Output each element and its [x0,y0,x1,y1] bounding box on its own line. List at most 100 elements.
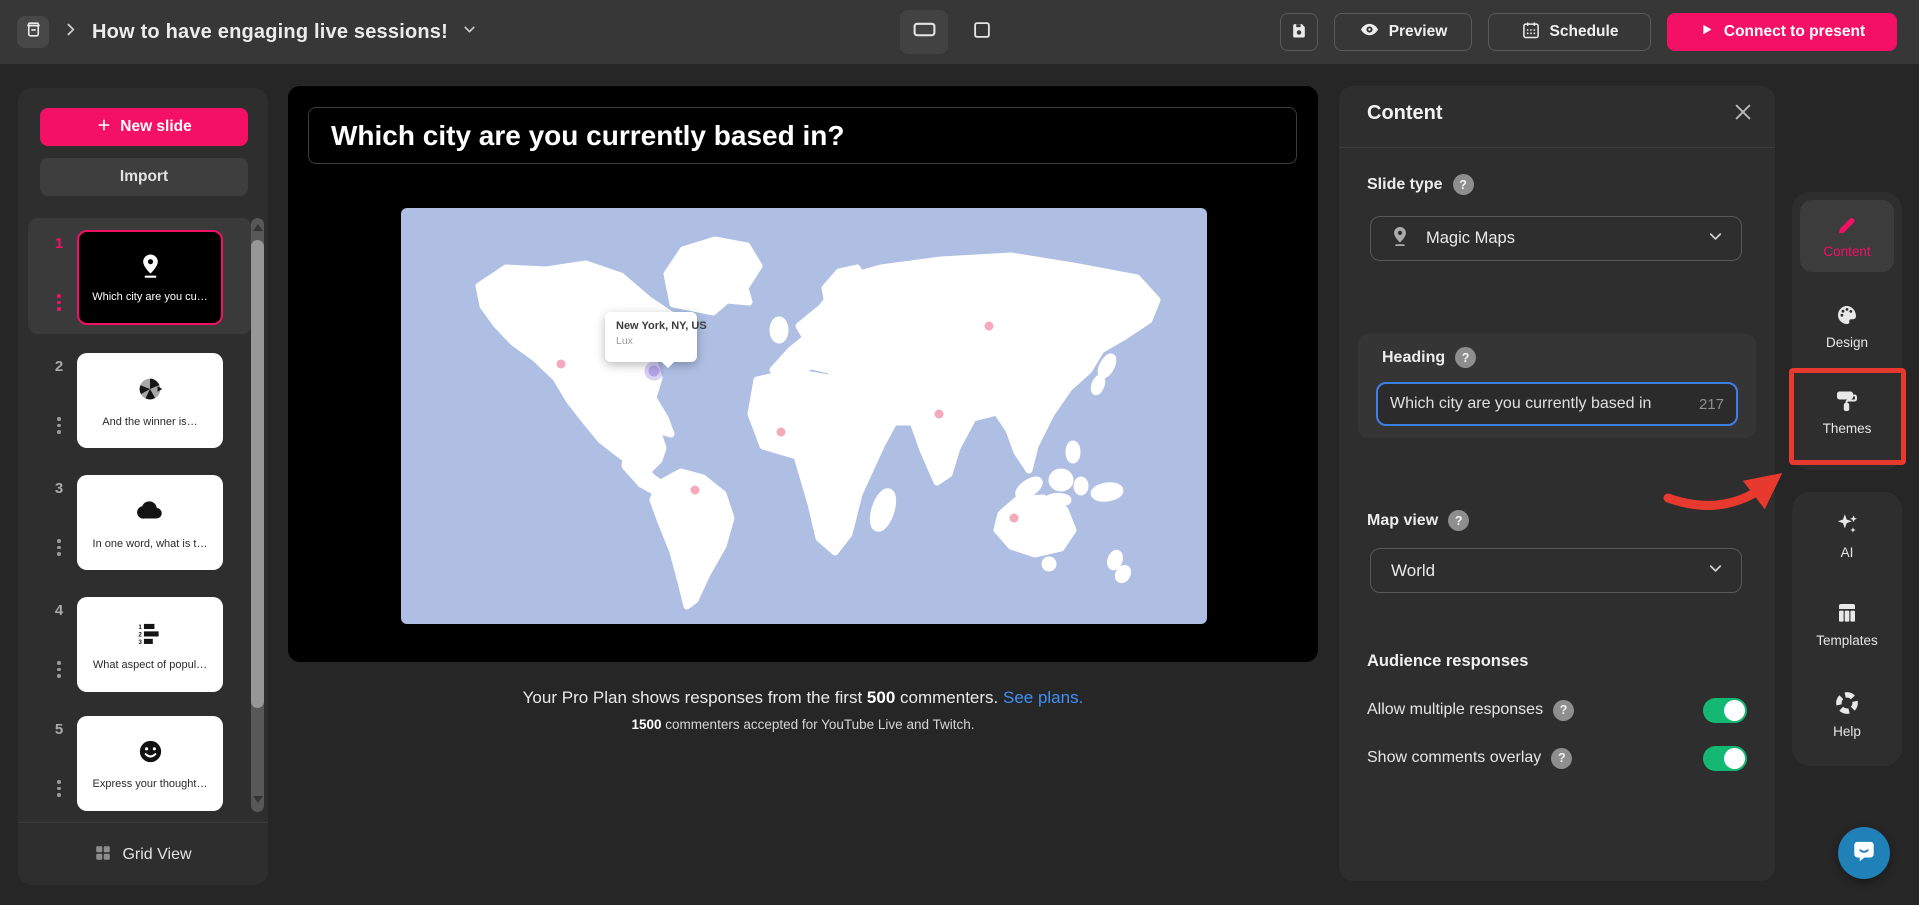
heading-input[interactable] [1390,395,1691,413]
ranked-list-icon: 123 [136,619,164,652]
map-dot [649,366,660,377]
title-dropdown-caret-icon[interactable] [461,21,478,43]
slide-1-number: 1 [48,235,70,252]
slide-2-menu[interactable] [48,417,70,434]
chevron-down-icon [1706,227,1725,251]
scroll-down-arrow-icon[interactable] [253,796,263,803]
slide-type-help-icon[interactable]: ? [1453,174,1474,195]
plan-note-text2: commenters. [895,688,1003,707]
layout-toggles [900,10,1006,54]
eye-icon [1359,19,1380,45]
lifebuoy-icon [1834,690,1860,719]
slide-3-menu[interactable] [48,539,70,556]
rail-design-button[interactable]: Design [1800,296,1894,356]
slides-sidebar: New slide Import 1 Which city are you cu… [18,88,268,885]
smiley-icon [136,737,165,771]
save-button[interactable] [1280,13,1318,51]
rail-content-button[interactable]: Content [1800,200,1894,272]
allow-multiple-responses-toggle[interactable] [1703,698,1747,723]
slide-1-menu[interactable] [48,294,70,311]
show-comments-overlay-label: Show comments overlay [1367,749,1541,767]
scroll-up-arrow-icon[interactable] [253,224,263,231]
sidebar-divider [18,822,268,823]
word-cloud-icon [135,496,165,531]
landscape-icon [912,17,937,47]
spinner-wheel-icon [135,374,165,409]
rail-ai-button[interactable]: AI [1800,506,1894,564]
grid-view-label: Grid View [122,846,191,864]
toggle-knob [1724,748,1745,769]
library-button[interactable] [17,16,49,48]
preview-button[interactable]: Preview [1334,13,1472,51]
see-plans-link[interactable]: See plans. [1003,688,1083,707]
show-comments-overlay-row: Show comments overlay ? [1367,744,1747,772]
slide-5-thumbnail[interactable]: Express your thought… [77,716,223,811]
import-label: Import [120,168,168,186]
slide-4-menu[interactable] [48,661,70,678]
slide-1-title: Which city are you cu… [92,291,208,303]
import-button[interactable]: Import [40,158,248,196]
templates-icon [1835,601,1859,628]
annotation-arrow [1630,440,1810,540]
topbar: How to have engaging live sessions! [0,0,1919,64]
plus-icon [96,117,112,138]
map-dot [935,410,944,419]
slide-5-menu[interactable] [48,780,70,797]
content-panel-title: Content [1367,102,1443,125]
map-view-help-icon[interactable]: ? [1448,510,1469,531]
slide-5-title: Express your thought… [93,778,208,790]
map-view-label: Map view [1367,512,1438,530]
slide-3-number: 3 [48,480,70,497]
square-view-toggle[interactable] [958,10,1006,54]
slide-type-dropdown[interactable]: Magic Maps [1370,216,1742,261]
audience-responses-heading: Audience responses [1367,652,1528,671]
rail-help-button[interactable]: Help [1800,684,1894,744]
heading-help-icon[interactable]: ? [1455,347,1476,368]
slide-canvas: Which city are you currently based in? [288,86,1318,662]
new-slide-button[interactable]: New slide [40,108,248,146]
slide-heading-textbox[interactable]: Which city are you currently based in? [308,107,1297,164]
slide-2-number: 2 [48,358,70,375]
connect-label: Connect to present [1724,23,1865,41]
pencil-icon [1836,214,1858,239]
allow-multiple-help-icon[interactable]: ? [1553,700,1574,721]
world-map[interactable]: New York, NY, US Lux [401,208,1207,624]
rail-templates-label: Templates [1816,633,1878,648]
topbar-left: How to have engaging live sessions! [17,0,478,64]
heading-label: Heading [1382,349,1445,367]
grid-view-button[interactable]: Grid View [18,834,268,876]
map-dot [985,322,994,331]
slide-type-row: Slide type ? [1367,174,1474,195]
slide-1-thumbnail[interactable]: Which city are you cu… [77,230,223,325]
svg-text:3: 3 [138,638,142,645]
slides-scrollbar-thumb[interactable] [251,240,264,708]
close-icon [1732,101,1754,128]
map-tooltip-title: New York, NY, US [616,320,697,332]
slide-type-value: Magic Maps [1426,229,1515,248]
heading-row: Heading ? [1382,347,1476,368]
calendar-icon [1521,20,1541,45]
close-panel-button[interactable] [1729,100,1757,128]
slide-3-thumbnail[interactable]: In one word, what is t… [77,475,223,570]
accept-note-count: 1500 [632,717,662,732]
plan-note-count: 500 [867,688,895,707]
map-dot [557,360,566,369]
play-icon [1699,22,1714,42]
save-icon [1289,20,1309,45]
heading-card: Heading ? 217 [1358,334,1756,438]
landscape-view-toggle[interactable] [900,10,948,54]
svg-text:1: 1 [138,624,142,631]
connect-to-present-button[interactable]: Connect to present [1667,13,1897,51]
rail-design-label: Design [1826,335,1868,350]
show-comments-help-icon[interactable]: ? [1551,748,1572,769]
chat-launcher-button[interactable] [1838,827,1890,879]
schedule-button[interactable]: Schedule [1488,13,1651,51]
rail-templates-button[interactable]: Templates [1800,594,1894,654]
allow-multiple-responses-label: Allow multiple responses [1367,701,1543,719]
map-view-dropdown[interactable]: World [1370,548,1742,593]
slide-4-thumbnail[interactable]: 123 What aspect of popul… [77,597,223,692]
accept-note-text: commenters accepted for YouTube Live and… [662,717,975,732]
show-comments-overlay-toggle[interactable] [1703,746,1747,771]
plan-note-text: Your Pro Plan shows responses from the f… [523,688,867,707]
slide-2-thumbnail[interactable]: And the winner is… [77,353,223,448]
